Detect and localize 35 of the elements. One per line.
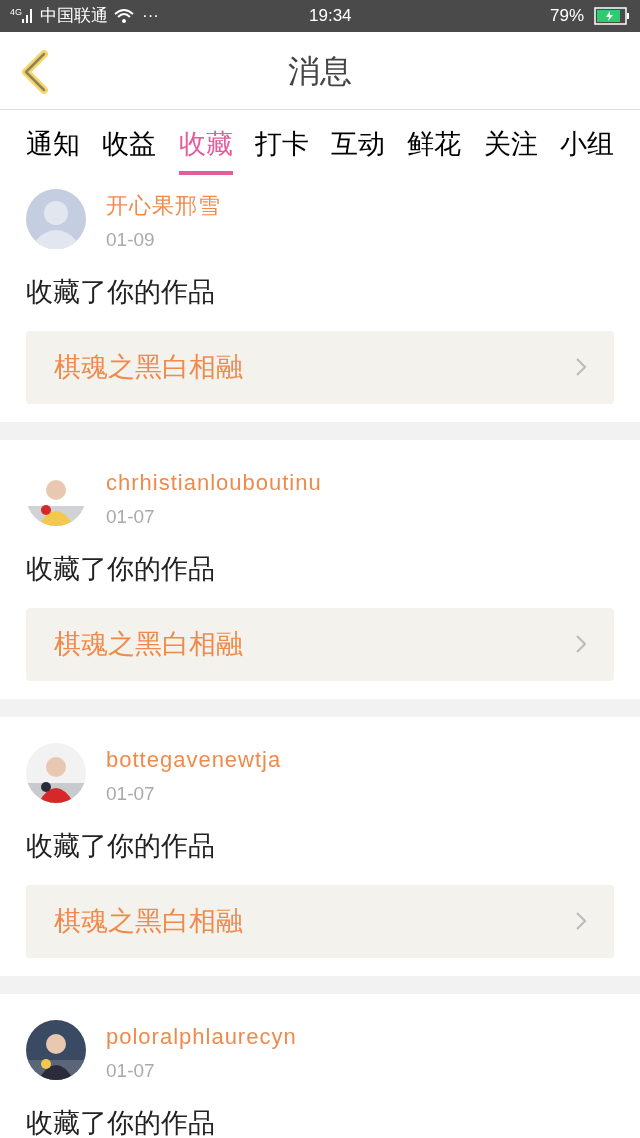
tab[interactable]: 关注	[483, 124, 538, 175]
network-label: 4G	[10, 6, 22, 19]
tab[interactable]: 小组	[559, 124, 614, 175]
message-text: 收藏了你的作品	[26, 553, 216, 586]
battery-icon	[594, 7, 630, 25]
tab[interactable]: 鲜花	[407, 124, 462, 175]
chevron-right-icon	[576, 912, 586, 930]
message-text: 收藏了你的作品	[26, 1107, 216, 1138]
message-date: 01-07	[106, 504, 156, 529]
tab[interactable]: 收益	[102, 124, 157, 175]
username[interactable]: poloralphlaurecyn	[106, 1019, 297, 1053]
chevron-right-icon	[576, 635, 586, 653]
username[interactable]: 开心果邢雪	[106, 188, 221, 222]
message-date: 01-07	[106, 1058, 156, 1083]
signal-icon	[22, 9, 34, 23]
message-date: 01-09	[106, 227, 156, 252]
work-link[interactable]: 棋魂之黑白相融	[26, 884, 614, 958]
tab[interactable]: 通知	[26, 124, 80, 175]
battery-label: 79%	[549, 5, 584, 28]
tab[interactable]: 打卡	[254, 124, 309, 175]
clock: 19:34	[309, 5, 352, 28]
message-date: 01-07	[106, 781, 156, 806]
work-link[interactable]: 棋魂之黑白相融	[26, 607, 614, 681]
tab[interactable]: 互动	[331, 124, 386, 175]
more-indicator: ···	[142, 5, 159, 28]
message-text: 收藏了你的作品	[26, 276, 216, 309]
username[interactable]: bottegavenewtja	[106, 742, 282, 776]
avatar-icon	[26, 188, 86, 249]
page-title: 消息	[288, 51, 352, 91]
chevron-right-icon	[576, 358, 586, 376]
username[interactable]: chrhistianlouboutinu	[106, 465, 322, 499]
wifi-icon	[114, 8, 134, 24]
carrier-label: 中国联通	[40, 5, 108, 28]
message-text: 收藏了你的作品	[26, 830, 216, 863]
work-link[interactable]: 棋魂之黑白相融	[26, 330, 614, 404]
